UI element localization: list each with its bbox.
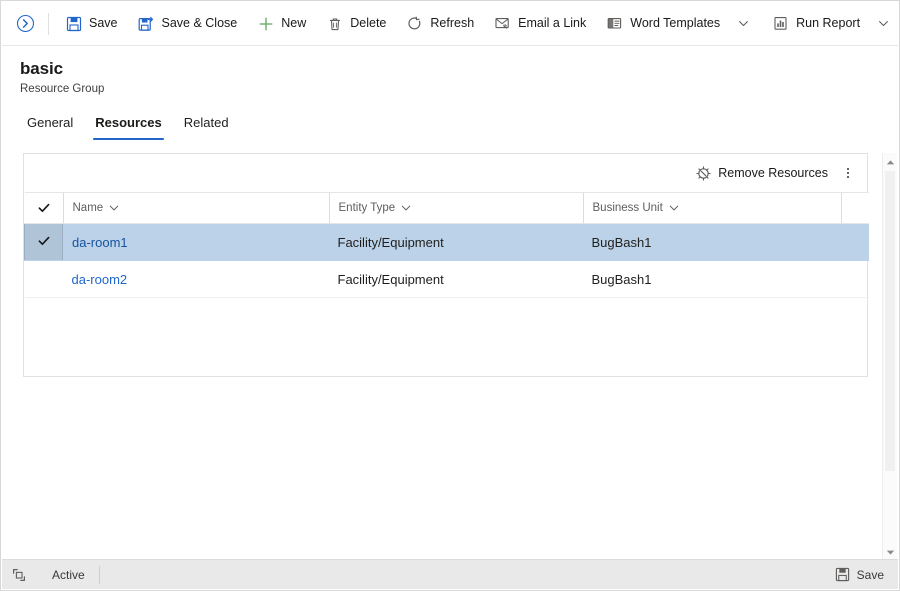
select-all-header-cell[interactable] bbox=[24, 192, 63, 224]
command-bar: Save Save & Close New Delete Refresh Ema… bbox=[2, 2, 898, 46]
chevron-down-icon bbox=[109, 203, 119, 213]
remove-resources-button[interactable]: Remove Resources bbox=[689, 159, 835, 187]
column-header-entity-type-cell[interactable]: Entity Type bbox=[328, 193, 583, 223]
column-header-name-cell[interactable]: Name bbox=[62, 193, 329, 223]
save-button[interactable]: Save bbox=[57, 8, 126, 40]
row-name-link[interactable]: da-room1 bbox=[72, 235, 128, 250]
form-tabs: General Resources Related bbox=[19, 115, 243, 140]
resources-grid: Name Entity Type Business Unit da-room1 … bbox=[24, 192, 869, 298]
grid-header-row: Name Entity Type Business Unit bbox=[24, 192, 869, 224]
column-header-business-unit-cell[interactable]: Business Unit bbox=[582, 193, 841, 223]
run-report-chevron-down-icon[interactable] bbox=[872, 8, 894, 40]
scrollbar-thumb[interactable] bbox=[885, 171, 895, 471]
tab-resources[interactable]: Resources bbox=[87, 115, 169, 140]
select-all-checkbox[interactable] bbox=[25, 193, 63, 223]
row-checkbox-cell[interactable] bbox=[24, 260, 63, 298]
column-header-entity-type[interactable]: Entity Type bbox=[328, 192, 583, 224]
table-row[interactable]: da-room1 Facility/Equipment BugBash1 bbox=[24, 223, 869, 261]
table-row[interactable]: da-room2 Facility/Equipment BugBash1 bbox=[24, 260, 869, 298]
word-document-icon bbox=[606, 15, 623, 32]
row-entity-type-value: Facility/Equipment bbox=[337, 271, 444, 287]
page-title: basic bbox=[20, 59, 63, 78]
chevron-down-icon bbox=[669, 203, 679, 213]
checkmark-icon bbox=[38, 203, 49, 213]
email-a-link-button-label: Email a Link bbox=[518, 16, 587, 31]
row-entity-type-cell: Facility/Equipment bbox=[328, 223, 583, 261]
column-header-business-unit-label: Business Unit bbox=[592, 202, 663, 214]
row-name-link[interactable]: da-room2 bbox=[72, 272, 128, 287]
tab-related[interactable]: Related bbox=[176, 115, 237, 140]
refresh-button-label: Refresh bbox=[430, 16, 475, 31]
column-header-entity-type-label: Entity Type bbox=[338, 202, 396, 214]
delete-button-label: Delete bbox=[350, 16, 387, 31]
remove-resource-icon bbox=[696, 165, 711, 181]
column-header-spacer bbox=[840, 192, 869, 224]
vertical-scrollbar[interactable] bbox=[882, 153, 897, 561]
new-button-label: New bbox=[281, 16, 307, 31]
row-name-cell[interactable]: da-room1 bbox=[62, 223, 329, 261]
record-entity-subtitle: Resource Group bbox=[20, 83, 105, 95]
row-business-unit-cell: BugBash1 bbox=[582, 223, 841, 261]
record-header: basic Resource Group bbox=[2, 47, 898, 97]
tab-resources-label: Resources bbox=[95, 115, 162, 130]
trash-icon bbox=[326, 15, 343, 32]
column-header-business-unit[interactable]: Business Unit bbox=[582, 192, 841, 224]
save-and-close-icon bbox=[138, 15, 155, 32]
run-report-button[interactable]: Run Report bbox=[764, 8, 868, 40]
chevron-down-icon bbox=[401, 203, 411, 213]
word-templates-button[interactable]: Word Templates bbox=[598, 8, 728, 40]
word-templates-chevron-down-icon[interactable] bbox=[732, 8, 754, 40]
tab-general[interactable]: General bbox=[19, 115, 81, 140]
new-button[interactable]: New bbox=[249, 8, 314, 40]
email-link-icon bbox=[494, 15, 511, 32]
dynamics-record-form-window: Save Save & Close New Delete Refresh Ema… bbox=[0, 0, 900, 591]
row-business-unit-cell: BugBash1 bbox=[582, 260, 841, 298]
resources-subgrid-panel: Remove Resources Name Entity Type Busine… bbox=[23, 153, 869, 377]
save-button-label: Save bbox=[89, 16, 118, 31]
run-report-button-label: Run Report bbox=[796, 16, 861, 31]
caret-down-icon[interactable] bbox=[883, 545, 897, 559]
row-spacer-cell bbox=[840, 223, 869, 261]
caret-up-icon[interactable] bbox=[883, 155, 897, 169]
save-and-close-button[interactable]: Save & Close bbox=[130, 8, 246, 40]
column-header-spacer-cell bbox=[840, 193, 869, 223]
refresh-button[interactable]: Refresh bbox=[398, 8, 482, 40]
row-business-unit-value: BugBash1 bbox=[591, 234, 652, 250]
remove-resources-button-label: Remove Resources bbox=[718, 166, 828, 180]
expand-icon[interactable] bbox=[2, 560, 36, 590]
row-entity-type-value: Facility/Equipment bbox=[337, 234, 444, 250]
row-checkbox-cell[interactable] bbox=[24, 223, 63, 261]
column-header-name[interactable]: Name bbox=[62, 192, 329, 224]
footer-save-button-label: Save bbox=[856, 567, 884, 582]
save-and-close-button-label: Save & Close bbox=[161, 16, 238, 31]
row-name-cell[interactable]: da-room2 bbox=[62, 260, 329, 298]
chevron-right-circle-icon[interactable] bbox=[10, 9, 40, 39]
status-bar: Active Save bbox=[2, 559, 898, 589]
delete-button[interactable]: Delete bbox=[318, 8, 394, 40]
tab-general-label: General bbox=[27, 115, 74, 130]
save-floppy-icon bbox=[65, 15, 82, 32]
checkmark-icon bbox=[38, 235, 50, 250]
save-floppy-icon bbox=[835, 567, 850, 582]
row-entity-type-cell: Facility/Equipment bbox=[328, 260, 583, 298]
row-business-unit-value: BugBash1 bbox=[591, 271, 652, 287]
command-bar-divider bbox=[48, 12, 49, 35]
refresh-circular-arrow-icon bbox=[406, 15, 423, 32]
report-chart-icon bbox=[772, 15, 789, 32]
tab-related-label: Related bbox=[183, 115, 229, 130]
column-header-name-label: Name bbox=[72, 202, 104, 214]
footer-save-button[interactable]: Save bbox=[827, 560, 898, 590]
subgrid-command-bar: Remove Resources bbox=[24, 154, 867, 192]
status-badge[interactable]: Active bbox=[36, 565, 100, 584]
email-a-link-button[interactable]: Email a Link bbox=[486, 8, 594, 40]
row-spacer-cell bbox=[840, 260, 869, 298]
plus-icon bbox=[257, 15, 274, 32]
more-vertical-icon[interactable] bbox=[835, 159, 861, 187]
word-templates-button-label: Word Templates bbox=[630, 16, 721, 31]
